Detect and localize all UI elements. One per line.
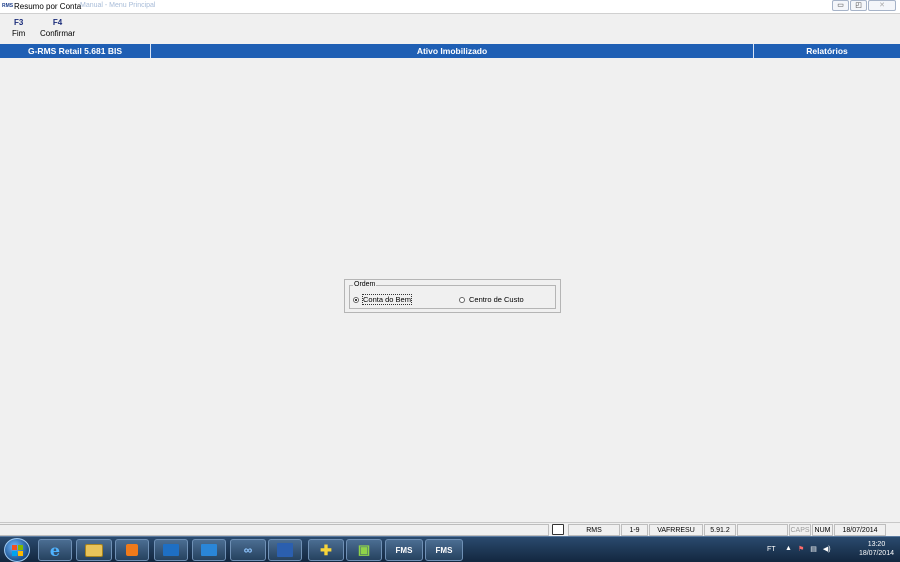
fms-taskbar-item-1[interactable]: FMS: [385, 539, 423, 561]
clock-time: 13:20: [867, 541, 886, 548]
tray-language[interactable]: FT: [767, 546, 776, 553]
media-player-icon[interactable]: [115, 539, 149, 561]
minimize-button[interactable]: ▭: [832, 0, 849, 11]
f3-key: F3: [13, 18, 24, 27]
status-num: NUM: [812, 524, 833, 536]
header-bar: G-RMS Retail 5.681 BIS Ativo Imobilizado…: [0, 44, 900, 58]
status-date: 18/07/2014: [834, 524, 886, 536]
radio-conta-do-bem[interactable]: Conta do Bem: [353, 294, 412, 305]
status-program: VAFRRESU: [649, 524, 703, 536]
f3-fim-button[interactable]: F3 Fim: [12, 18, 25, 38]
clock-date: 18/07/2014: [858, 550, 894, 557]
lync-icon[interactable]: [192, 539, 226, 561]
chevron-up-icon[interactable]: ▲: [785, 545, 792, 553]
volume-icon[interactable]: ◀): [823, 545, 831, 553]
status-rms: RMS: [568, 524, 620, 536]
flag-icon[interactable]: ⚑: [798, 545, 804, 553]
windows-flag-icon: [12, 545, 23, 556]
status-message: [0, 524, 549, 536]
f4-key: F4: [52, 18, 63, 27]
status-blank: [737, 524, 788, 536]
fms-taskbar-item-2[interactable]: FMS: [425, 539, 463, 561]
word-icon[interactable]: [268, 539, 302, 561]
network-icon[interactable]: ▤: [810, 545, 817, 553]
radio-unselected-icon: [459, 296, 465, 303]
ordem-legend: Ordem: [353, 281, 377, 288]
section-name: Relatórios: [806, 46, 848, 56]
system-name: G-RMS Retail 5.681 BIS: [0, 44, 151, 58]
app-icon[interactable]: ✚: [308, 539, 344, 561]
window-controls: ▭ ◰ ✕: [832, 0, 896, 11]
radio-centro-de-custo[interactable]: Centro de Custo: [459, 295, 524, 304]
start-button[interactable]: [4, 538, 30, 562]
title-bar: RMS Resumo por Conta Manual - Menu Princ…: [0, 0, 900, 14]
radio-selected-icon: [353, 296, 359, 303]
status-version: 5.91.2: [704, 524, 736, 536]
restore-button[interactable]: ◰: [850, 0, 867, 11]
f4-confirmar-button[interactable]: F4 Confirmar: [40, 18, 75, 38]
tray-icons: ▲ ⚑ ▤ ◀): [785, 545, 831, 553]
radio-centro-label: Centro de Custo: [469, 295, 524, 304]
outlook-icon[interactable]: [154, 539, 188, 561]
app-icon-2[interactable]: ▣: [346, 539, 382, 561]
function-key-toolbar: F3 Fim F4 Confirmar: [0, 15, 900, 43]
explorer-icon[interactable]: [76, 539, 112, 561]
status-caps: CAPS: [789, 524, 811, 536]
window-subtitle: Manual - Menu Principal: [80, 2, 156, 9]
f3-label: Fim: [12, 29, 26, 38]
ie-icon[interactable]: e: [38, 539, 72, 561]
ordem-groupbox: Ordem Conta do Bem Centro de Custo: [344, 279, 561, 313]
main-area: Ordem Conta do Bem Centro de Custo: [0, 58, 900, 522]
module-name: Ativo Imobilizado: [151, 44, 754, 58]
f4-label: Confirmar: [40, 29, 76, 38]
window-title: Resumo por Conta: [14, 2, 82, 11]
taskbar: e ∞ ✚ ▣ FMS FMS FT ▲ ⚑ ▤ ◀) 13:20 18/07/…: [0, 536, 900, 562]
status-bar: RMS 1-9 VAFRRESU 5.91.2 CAPS NUM 18/07/2…: [0, 522, 900, 536]
close-button[interactable]: ✕: [868, 0, 896, 11]
connect-icon[interactable]: ∞: [230, 539, 266, 561]
radio-conta-label: Conta do Bem: [362, 294, 412, 305]
clock[interactable]: 13:20 18/07/2014: [859, 540, 894, 558]
app-logo: RMS: [2, 3, 14, 9]
status-range: 1-9: [621, 524, 648, 536]
document-icon: [552, 524, 564, 535]
